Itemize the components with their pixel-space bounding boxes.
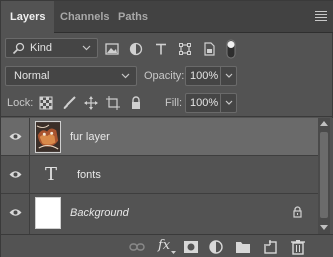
- chevron-down-icon: [171, 251, 176, 254]
- layers-list: fur layer T fonts Background: [1, 118, 333, 234]
- link-layers-icon[interactable]: [129, 239, 145, 255]
- scroll-down-icon[interactable]: [320, 225, 328, 230]
- layer-thumbnail[interactable]: [35, 121, 61, 153]
- layers-footer-toolbar: fx: [1, 234, 333, 257]
- smart-object-filter-icon[interactable]: [202, 42, 216, 56]
- layer-thumbnail[interactable]: [35, 197, 61, 229]
- adjustment-filter-icon[interactable]: [129, 42, 143, 56]
- lock-label: Lock:: [7, 97, 34, 109]
- visibility-toggle[interactable]: [1, 194, 30, 234]
- image-filter-icon[interactable]: [105, 42, 119, 56]
- fill-field[interactable]: 100%: [185, 93, 237, 113]
- fill-label: Fill:: [165, 97, 183, 109]
- layer-name[interactable]: Background: [70, 207, 129, 219]
- shape-filter-icon[interactable]: [178, 42, 192, 56]
- lock-row: Lock: Fill: 100%: [1, 91, 333, 117]
- chevron-down-icon: [225, 73, 233, 78]
- fx-icon[interactable]: fx: [158, 238, 170, 253]
- blend-row: Normal Opacity: 100%: [1, 63, 333, 89]
- opacity-label: Opacity:: [144, 70, 185, 82]
- fill-dropdown[interactable]: [220, 94, 236, 112]
- filter-toggle-icon[interactable]: [226, 39, 236, 59]
- tab-paths[interactable]: Paths: [109, 1, 157, 33]
- layer-name[interactable]: fur layer: [70, 131, 110, 143]
- opacity-value: 100%: [190, 70, 219, 82]
- tab-layers[interactable]: Layers: [1, 1, 55, 34]
- layer-row[interactable]: Background: [1, 194, 319, 234]
- visibility-toggle[interactable]: [1, 156, 30, 194]
- trash-icon[interactable]: [290, 239, 306, 255]
- fill-value: 100%: [190, 97, 219, 109]
- scroll-up-icon[interactable]: [320, 121, 328, 126]
- eye-icon: [9, 133, 22, 140]
- scrollbar-thumb[interactable]: [320, 132, 328, 218]
- new-layer-icon[interactable]: [262, 239, 278, 255]
- artboard-lock-icon[interactable]: [106, 96, 120, 110]
- panel-tabbar: Layers Channels Paths: [1, 1, 333, 34]
- chevron-down-icon: [121, 73, 130, 79]
- filter-kind-label: Kind: [30, 42, 53, 54]
- lock-icon: [293, 206, 302, 218]
- blend-mode-value: Normal: [14, 70, 50, 82]
- eye-icon: [9, 171, 22, 178]
- panel-menu-icon[interactable]: [315, 11, 327, 21]
- filter-kind-select[interactable]: Kind: [5, 38, 98, 58]
- opacity-dropdown[interactable]: [220, 67, 236, 85]
- add-mask-icon[interactable]: [183, 239, 199, 255]
- lock-all-icon[interactable]: [129, 96, 143, 110]
- chevron-down-icon: [225, 100, 233, 105]
- layer-name[interactable]: fonts: [77, 169, 101, 181]
- type-filter-icon[interactable]: [154, 42, 168, 56]
- visibility-toggle[interactable]: [1, 118, 30, 156]
- filter-row: Kind: [1, 34, 333, 62]
- group-folder-icon[interactable]: [235, 239, 251, 255]
- layers-panel: Layers Channels Paths Kind Normal Opacit…: [0, 0, 333, 257]
- opacity-field[interactable]: 100%: [185, 66, 237, 86]
- text-layer-icon[interactable]: T: [45, 164, 57, 185]
- search-icon: [12, 42, 25, 55]
- layer-row[interactable]: T fonts: [1, 156, 319, 194]
- layer-row[interactable]: fur layer: [1, 118, 319, 156]
- lock-image-pixels-icon[interactable]: [62, 96, 76, 110]
- lock-transparent-pixels-icon[interactable]: [39, 96, 53, 110]
- layers-scrollbar[interactable]: [318, 118, 330, 234]
- lock-position-icon[interactable]: [84, 96, 98, 110]
- blend-mode-select[interactable]: Normal: [5, 66, 137, 86]
- adjustment-layer-icon[interactable]: [208, 239, 224, 255]
- eye-icon: [9, 209, 22, 216]
- chevron-down-icon: [82, 45, 91, 51]
